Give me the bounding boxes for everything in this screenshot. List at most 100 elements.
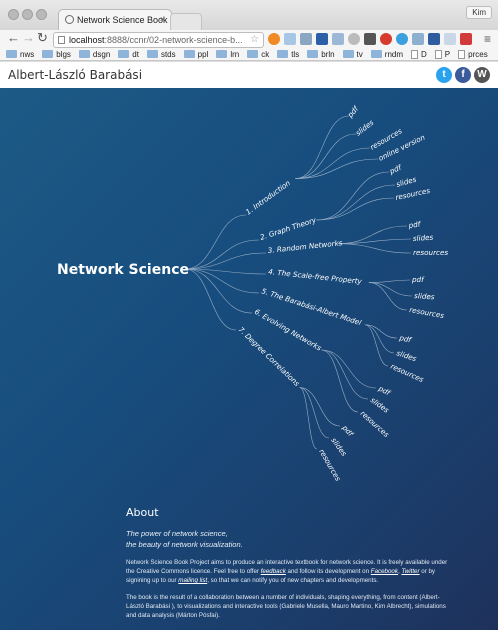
browser-tab[interactable]: Network Science Book ×	[58, 9, 172, 31]
bookmark-label: stds	[160, 49, 176, 59]
tagline-line-1: The power of network science,	[126, 529, 228, 538]
twitter-icon[interactable]: t	[436, 67, 452, 83]
mailing-list-link[interactable]: mailing list	[178, 577, 207, 584]
chapter-link-2[interactable]: 2. Graph Theory	[259, 215, 318, 242]
leaf-link-slides[interactable]: slides	[413, 233, 434, 243]
site-header: Albert-László Barabási t f W	[0, 62, 498, 89]
wordpress-icon[interactable]: W	[474, 67, 490, 83]
bookmark-p[interactable]: P	[434, 48, 450, 60]
extension-icons	[268, 33, 472, 45]
bookmark-label: rndm	[384, 49, 404, 59]
extension-icon-shield[interactable]	[316, 33, 328, 45]
bookmark-dt[interactable]: dt	[118, 48, 139, 60]
leaf-link-resources[interactable]: resources	[389, 362, 425, 385]
browser-titlebar: Network Science Book × Kim	[0, 0, 498, 31]
leaf-link-pdf[interactable]: pdf	[411, 275, 425, 284]
about-paragraph-2: The book is the result of a collaboratio…	[126, 594, 446, 619]
bookmark-d[interactable]: D	[411, 48, 427, 60]
page-icon	[411, 49, 419, 59]
leaf-link-resources[interactable]: resources	[413, 248, 448, 257]
reload-icon[interactable]: ↻	[37, 31, 48, 45]
leaf-link-pdf[interactable]: pdf	[376, 383, 393, 398]
leaf-link-slides[interactable]: slides	[395, 348, 417, 363]
leaf-link-pdf[interactable]: pdf	[340, 423, 356, 440]
tree-link	[316, 171, 390, 221]
twitter-link[interactable]: Twitter	[401, 568, 419, 575]
globe-icon	[65, 15, 74, 24]
tab-close-icon[interactable]: ×	[160, 14, 165, 24]
forward-arrow-icon[interactable]: →	[22, 31, 35, 45]
leaf-link-pdf[interactable]: pdf	[387, 162, 404, 176]
leaf-link-slides[interactable]: slides	[354, 118, 376, 138]
chapter-link-4[interactable]: 4. The Scale-free Property	[268, 267, 363, 286]
extension-icon-blue[interactable]	[396, 33, 408, 45]
back-arrow-icon[interactable]: ←	[7, 31, 20, 45]
about-tagline: The power of network science, the beauty…	[126, 528, 456, 550]
extension-icon-clock[interactable]	[348, 33, 360, 45]
tree-link	[368, 279, 411, 283]
leaf-link-slides[interactable]: slides	[369, 395, 391, 414]
bookmark-nws[interactable]: nws	[6, 48, 34, 60]
extension-icon-orange[interactable]	[268, 33, 280, 45]
extension-icon-pinterest[interactable]	[380, 33, 392, 45]
bookmark-label: ck	[261, 49, 270, 59]
bookmark-prces[interactable]: prces	[458, 48, 488, 60]
extension-icon-iq[interactable]	[460, 33, 472, 45]
chapter-link-3[interactable]: 3. Random Networks	[267, 238, 343, 255]
leaf-link-resources[interactable]: resources	[409, 305, 445, 320]
address-bar[interactable]: localhost:8888/ccnr/02-network-science-b…	[53, 32, 264, 48]
bookmark-rndm[interactable]: rndm	[370, 48, 404, 60]
leaf-link-slides[interactable]: slides	[395, 175, 417, 189]
bookmark-ppl[interactable]: ppl	[183, 48, 208, 60]
leaf-link-pdf[interactable]: pdf	[407, 219, 422, 230]
bookmark-tv[interactable]: tv	[342, 48, 363, 60]
main-content: 1. Introduction 2. Graph Theory 3. Random …	[0, 88, 498, 630]
menu-icon[interactable]: ≡	[484, 32, 491, 46]
leaf-link-slides[interactable]: slides	[329, 436, 348, 458]
about-section: About The power of network science, the …	[126, 506, 456, 628]
folder-icon	[370, 50, 382, 58]
bookmark-lrn[interactable]: lrn	[216, 48, 239, 60]
extension-icon-cloud[interactable]	[444, 33, 456, 45]
tree-link	[299, 387, 341, 427]
tree-link	[364, 324, 398, 339]
new-tab-button[interactable]	[170, 13, 202, 31]
extension-icon-facebook[interactable]	[428, 33, 440, 45]
close-window-button[interactable]	[8, 9, 19, 20]
bookmark-tls[interactable]: tls	[277, 48, 299, 60]
facebook-link[interactable]: Facebook	[371, 568, 398, 575]
bookmark-label: lrn	[230, 49, 240, 59]
facebook-icon[interactable]: f	[455, 67, 471, 83]
bookmark-blgs[interactable]: blgs	[42, 48, 71, 60]
leaf-link-slides[interactable]: slides	[414, 291, 435, 301]
extension-icon-dark[interactable]	[364, 33, 376, 45]
extension-icon-feather[interactable]	[284, 33, 296, 45]
site-title[interactable]: Albert-László Barabási	[8, 68, 142, 82]
tree-link	[184, 214, 247, 270]
leaf-link-pdf[interactable]: pdf	[345, 103, 361, 120]
folder-icon	[78, 50, 90, 58]
bookmark-star-icon[interactable]: ☆	[250, 33, 259, 47]
folder-icon	[183, 50, 195, 58]
bookmarks-bar: nws blgs dsgn dt stds ppl lrn ck tls brln tv rndm D P…	[0, 48, 498, 61]
bookmark-label: dt	[132, 49, 139, 59]
maximize-window-button[interactable]	[36, 9, 47, 20]
folder-icon	[6, 50, 17, 58]
chapter-link-1[interactable]: 1. Introduction	[244, 178, 292, 217]
feedback-link[interactable]: feedback	[261, 568, 286, 575]
tree-link	[368, 282, 413, 297]
bookmark-brln[interactable]: brln	[307, 48, 335, 60]
tab-title: Network Science Book	[77, 15, 168, 25]
bookmark-stds[interactable]: stds	[146, 48, 176, 60]
bookmark-dsgn[interactable]: dsgn	[78, 48, 110, 60]
url-text[interactable]: localhost:8888/ccnr/02-network-science-b…	[69, 33, 244, 47]
minimize-window-button[interactable]	[22, 9, 33, 20]
leaf-link-resources[interactable]: resources	[395, 186, 432, 202]
extension-icon-puzzle[interactable]	[332, 33, 344, 45]
extension-icon-light[interactable]	[412, 33, 424, 45]
tree-link	[295, 133, 357, 179]
extension-icon-user[interactable]	[300, 33, 312, 45]
bookmark-ck[interactable]: ck	[247, 48, 269, 60]
leaf-link-pdf[interactable]: pdf	[398, 333, 414, 345]
user-profile-button[interactable]: Kim	[466, 6, 492, 19]
